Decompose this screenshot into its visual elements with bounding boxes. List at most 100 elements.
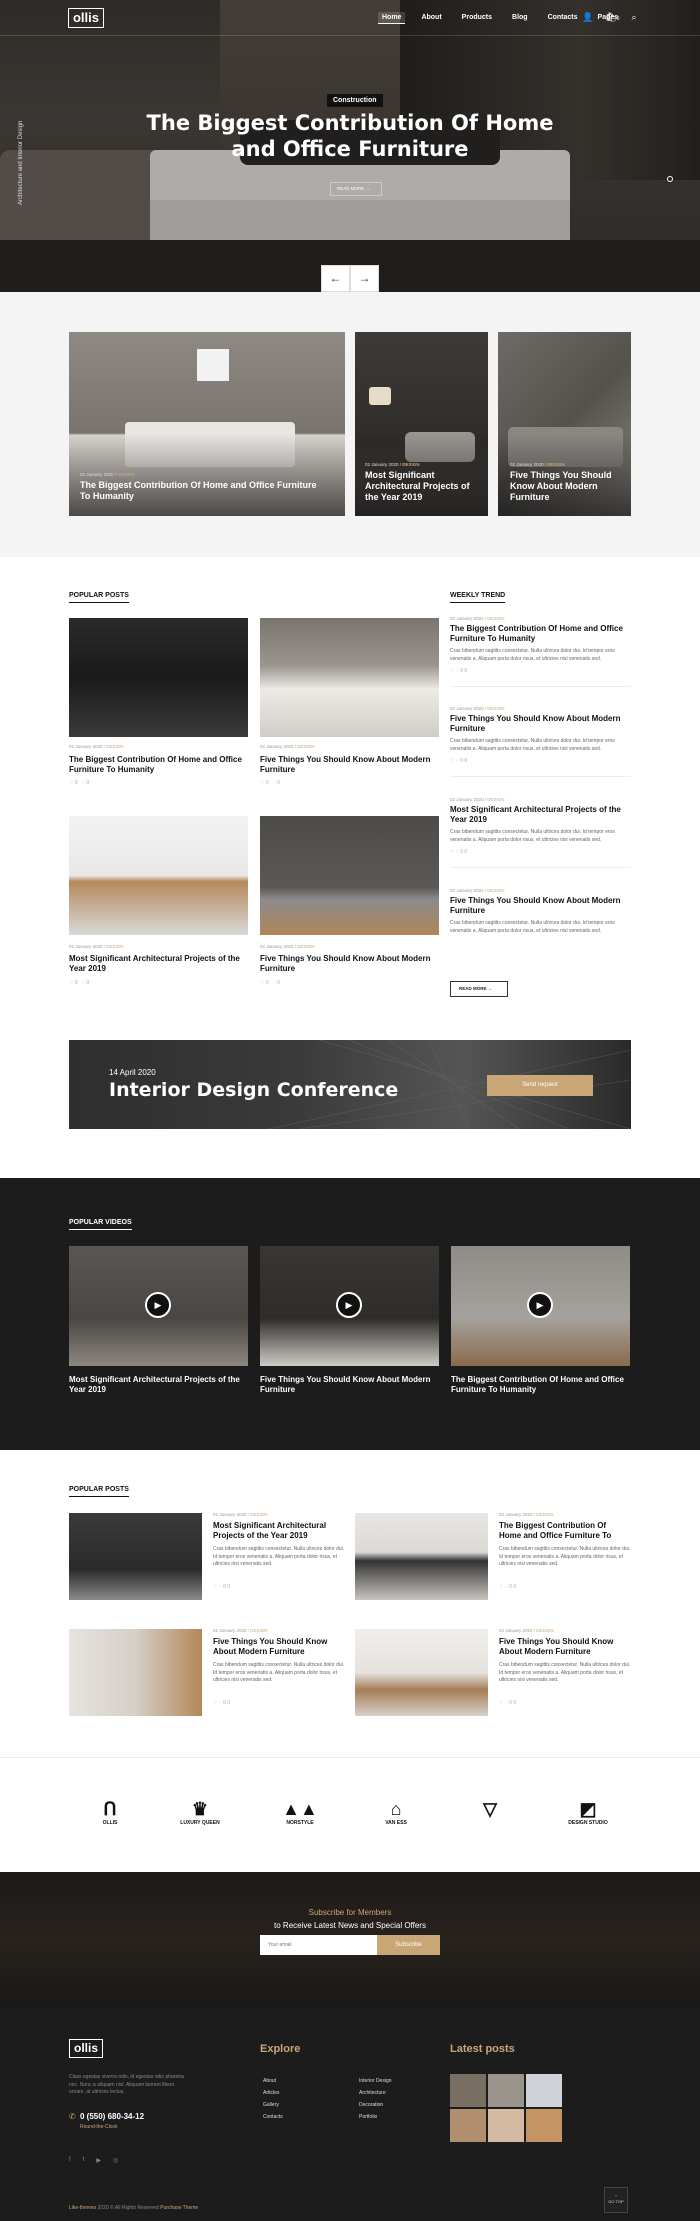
play-icon[interactable]: ▶ bbox=[527, 1292, 553, 1318]
trend-item: 02 January 2020 / DESIGN Five Things You… bbox=[450, 888, 631, 940]
trend-title[interactable]: The Biggest Contribution Of Home and Off… bbox=[450, 624, 631, 644]
latest-post-thumb[interactable] bbox=[526, 2074, 562, 2107]
slider-dot[interactable] bbox=[667, 176, 673, 182]
square-slash-icon: ◩ bbox=[579, 1799, 597, 1819]
footer-link[interactable]: Gallery bbox=[263, 2102, 279, 2108]
nav-contacts[interactable]: Contacts bbox=[544, 12, 582, 24]
go-top-button[interactable]: ⌃ GO TOP bbox=[604, 2187, 628, 2213]
brand-logo[interactable]: ◩ DESIGN STUDIO bbox=[558, 1798, 618, 1826]
latest-post-thumb[interactable] bbox=[450, 2074, 486, 2107]
featured-title[interactable]: Five Things You Should Know About Modern… bbox=[510, 470, 620, 503]
post-image[interactable] bbox=[355, 1513, 488, 1600]
footer-link[interactable]: Decoration bbox=[359, 2102, 383, 2108]
post-image[interactable] bbox=[260, 816, 439, 935]
section-title-popular-posts-2: POPULAR POSTS bbox=[69, 1486, 129, 1497]
post-image[interactable] bbox=[69, 618, 248, 737]
brand-logo[interactable]: ▽ bbox=[460, 1798, 520, 1820]
video-title[interactable]: The Biggest Contribution Of Home and Off… bbox=[451, 1375, 630, 1395]
post-title[interactable]: Most Significant Architectural Projects … bbox=[213, 1521, 341, 1541]
footer-phone[interactable]: 0 (550) 680-34-12 bbox=[80, 2112, 144, 2121]
post-image[interactable] bbox=[355, 1629, 488, 1716]
next-slide-button[interactable]: → bbox=[350, 265, 379, 292]
youtube-icon[interactable]: ▶ bbox=[96, 2157, 101, 2164]
post-image[interactable] bbox=[69, 1629, 202, 1716]
post-title[interactable]: Five Things You Should Know About Modern… bbox=[260, 755, 439, 775]
latest-post-thumb[interactable] bbox=[450, 2109, 486, 2142]
post-image[interactable] bbox=[69, 1513, 202, 1600]
user-icon[interactable]: 👤 bbox=[582, 12, 593, 23]
mountain-icon: ▲▲ bbox=[282, 1799, 318, 1819]
post-image[interactable] bbox=[260, 618, 439, 737]
featured-card-right[interactable]: 02 January 2020 / DESIGN Five Things You… bbox=[498, 332, 631, 516]
latest-post-thumb[interactable] bbox=[526, 2109, 562, 2142]
nav-products[interactable]: Products bbox=[458, 12, 496, 24]
footer-logo[interactable]: ollis bbox=[69, 2039, 103, 2058]
footer-link[interactable]: Contacts bbox=[263, 2114, 283, 2120]
trend-item: 02 January 2020 / DESIGN Most Significan… bbox=[450, 797, 631, 868]
trend-title[interactable]: Most Significant Architectural Projects … bbox=[450, 805, 631, 825]
hero-read-more-button[interactable]: READ MORE → bbox=[330, 182, 382, 196]
featured-title[interactable]: Most Significant Architectural Projects … bbox=[365, 470, 483, 503]
copyright: Like-themes 2020 © All Rights Reserved P… bbox=[69, 2205, 199, 2211]
video-title[interactable]: Five Things You Should Know About Modern… bbox=[260, 1375, 439, 1395]
post-title[interactable]: Five Things You Should Know About Modern… bbox=[499, 1637, 627, 1657]
brand-logo[interactable]: Ո OLLIS bbox=[80, 1798, 140, 1826]
top-navigation: ollis Home About Products Blog Contacts … bbox=[0, 0, 700, 36]
video-title[interactable]: Most Significant Architectural Projects … bbox=[69, 1375, 248, 1395]
latest-post-thumb[interactable] bbox=[488, 2109, 524, 2142]
footer-hours: Round-the-Clock bbox=[80, 2124, 118, 2130]
post-stats: ♡ 0 ◌ 0 bbox=[260, 780, 280, 786]
post-title[interactable]: Five Things You Should Know About Modern… bbox=[213, 1637, 341, 1657]
subscribe-title: Subscribe for Members bbox=[308, 1908, 392, 1917]
featured-card-middle[interactable]: 02 January 2020 / DESIGN Most Significan… bbox=[355, 332, 488, 516]
popular-videos-section: POPULAR VIDEOS ▶ Most Significant Archit… bbox=[0, 1178, 700, 1450]
post-image[interactable] bbox=[69, 816, 248, 935]
footer-latest-heading: Latest posts bbox=[450, 2043, 515, 2055]
nav-home[interactable]: Home bbox=[378, 12, 406, 24]
post-stats: ♡ 0 ◌ 0 bbox=[69, 780, 89, 786]
hero-slider: ollis Home About Products Blog Contacts … bbox=[0, 0, 700, 292]
crown-icon: ♛ bbox=[191, 1799, 209, 1819]
hero-category-badge[interactable]: Construction bbox=[327, 94, 383, 107]
section-title-weekly-trend: WEEKLY TREND bbox=[450, 592, 506, 603]
brand-logo[interactable]: ▲▲ NORSTYLE bbox=[270, 1798, 330, 1826]
instagram-icon[interactable]: ◎ bbox=[113, 2157, 118, 2164]
post-title[interactable]: The Biggest Contribution Of Home and Off… bbox=[499, 1521, 627, 1541]
footer-link[interactable]: Interior Design bbox=[359, 2078, 392, 2084]
nav-blog[interactable]: Blog bbox=[508, 12, 532, 24]
subscribe-button[interactable]: Subscribe bbox=[377, 1935, 440, 1955]
twitter-icon[interactable]: t bbox=[83, 2157, 85, 2164]
brand-logo[interactable]: ♛ LUXURY QUEEN bbox=[170, 1798, 230, 1826]
read-more-button[interactable]: READ MORE → bbox=[450, 981, 508, 997]
conference-banner: 14 April 2020 Interior Design Conference… bbox=[69, 1040, 631, 1129]
search-icon[interactable]: ⌕ bbox=[631, 12, 636, 23]
brand-logo[interactable]: ⌂ VAN ESS bbox=[366, 1798, 426, 1826]
trend-title[interactable]: Five Things You Should Know About Modern… bbox=[450, 896, 631, 916]
send-request-button[interactable]: Send request bbox=[487, 1075, 593, 1096]
footer-explore-heading: Explore bbox=[260, 2043, 301, 2055]
play-icon[interactable]: ▶ bbox=[336, 1292, 362, 1318]
facebook-icon[interactable]: f bbox=[69, 2157, 71, 2164]
site-logo[interactable]: ollis bbox=[68, 8, 104, 28]
footer-link[interactable]: Portfolio bbox=[359, 2114, 377, 2120]
phone-icon: ✆ bbox=[69, 2112, 76, 2121]
featured-card-large[interactable]: 02 January 2020 / DESIGN The Biggest Con… bbox=[69, 332, 345, 516]
cart-icon[interactable]: 🛍0 bbox=[605, 12, 619, 23]
subscribe-section: Subscribe for Members to Receive Latest … bbox=[0, 1872, 700, 2007]
footer-link[interactable]: About bbox=[263, 2078, 276, 2084]
section-title-popular-posts: POPULAR POSTS bbox=[69, 592, 129, 603]
latest-post-thumb[interactable] bbox=[488, 2074, 524, 2107]
post-title[interactable]: Five Things You Should Know About Modern… bbox=[260, 954, 439, 974]
trend-title[interactable]: Five Things You Should Know About Modern… bbox=[450, 714, 631, 734]
play-icon[interactable]: ▶ bbox=[145, 1292, 171, 1318]
footer-description: Class egestas viverra odio, id egestas o… bbox=[69, 2074, 185, 2095]
prev-slide-button[interactable]: ← bbox=[321, 265, 350, 292]
featured-title[interactable]: The Biggest Contribution Of Home and Off… bbox=[80, 480, 320, 502]
footer-link[interactable]: Articles bbox=[263, 2090, 279, 2096]
footer-link[interactable]: Architecture bbox=[359, 2090, 386, 2096]
chevron-stack-icon: ⌂ bbox=[390, 1799, 402, 1819]
email-input[interactable] bbox=[260, 1935, 377, 1955]
post-title[interactable]: Most Significant Architectural Projects … bbox=[69, 954, 248, 974]
nav-about[interactable]: About bbox=[417, 12, 445, 24]
post-title[interactable]: The Biggest Contribution Of Home and Off… bbox=[69, 755, 248, 775]
